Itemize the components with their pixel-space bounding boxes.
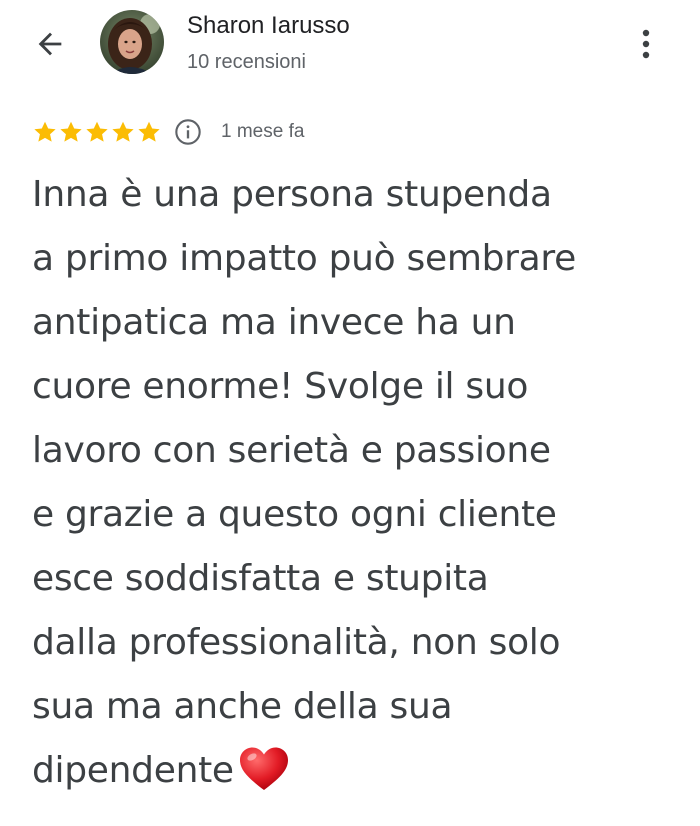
review-text-line-content: dipendente (32, 750, 234, 791)
review-text-line: lavoro con serietà e passione (32, 419, 692, 483)
review-text-line-content: esce soddisfatta e stupita (32, 558, 489, 599)
review-text-line: antipatica ma invece ha un (32, 291, 692, 355)
review-text: Inna è una persona stupenda a primo impat… (32, 163, 692, 803)
star-rating (32, 119, 162, 145)
review-text-line-content: e grazie a questo ogni cliente (32, 494, 557, 535)
review-text-line: a primo impatto può sembrare (32, 227, 692, 291)
star-icon (86, 121, 108, 142)
heart-icon (239, 747, 288, 790)
back-button[interactable] (28, 22, 72, 66)
review-text-line: e grazie a questo ogni cliente (32, 483, 692, 547)
star-icon (112, 121, 134, 142)
review-text-line-content: sua ma anche della sua (32, 686, 453, 727)
review-text-line: esce soddisfatta e stupita (32, 547, 692, 611)
arrow-back-icon (38, 32, 62, 56)
review-header: Sharon Iarusso 10 recensioni (0, 0, 700, 100)
more-options-button[interactable] (628, 24, 664, 64)
review-text-line-content: Inna è una persona stupenda (32, 174, 552, 215)
review-text-line: dipendente (32, 739, 692, 803)
reviewer-name[interactable]: Sharon Iarusso (187, 12, 350, 40)
review-text-line-content: cuore enorme! Svolge il suo (32, 366, 529, 407)
review-text-line-content: dalla professionalità, non solo (32, 622, 561, 663)
rating-row: 1 mese fa (32, 117, 304, 147)
star-icon (60, 121, 82, 142)
review-text-line: dalla professionalità, non solo (32, 611, 692, 675)
info-icon[interactable] (174, 118, 202, 146)
review-text-line: Inna è una persona stupenda (32, 163, 692, 227)
review-text-line: sua ma anche della sua (32, 675, 692, 739)
review-count[interactable]: 10 recensioni (187, 50, 306, 74)
review-text-line-content: a primo impatto può sembrare (32, 238, 576, 279)
review-date: 1 mese fa (221, 121, 305, 142)
review-text-line: cuore enorme! Svolge il suo (32, 355, 692, 419)
review-text-line-content: lavoro con serietà e passione (32, 430, 551, 471)
more-vert-icon (642, 29, 650, 59)
star-icon (138, 121, 160, 142)
avatar[interactable] (100, 10, 164, 74)
star-icon (34, 121, 56, 142)
review-text-line-content: antipatica ma invece ha un (32, 302, 516, 343)
